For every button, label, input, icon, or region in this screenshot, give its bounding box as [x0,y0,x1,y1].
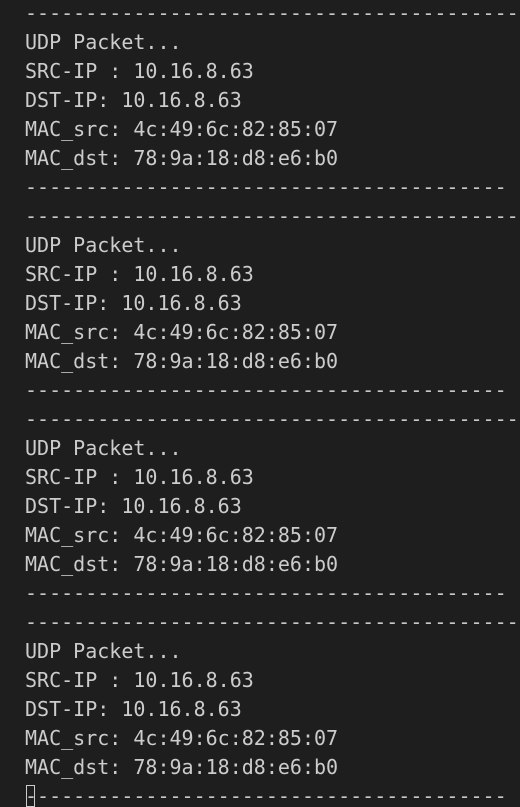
output-line: MAC_dst: 78:9a:18:d8:e6:b0 [25,349,339,373]
output-line: UDP Packet... [25,30,182,54]
output-line: SRC-IP : 10.16.8.63 [25,59,254,83]
terminal-output: ----------------------------------------… [25,0,520,807]
separator-text: ---------------------------------------- [25,784,507,807]
output-line: UDP Packet... [25,639,182,663]
prompt-line: ---------------------------------------- [25,782,520,807]
output-line: DST-IP: 10.16.8.63 [25,494,242,518]
separator-line: ---------------------------------------- [25,581,507,605]
text-cursor[interactable] [26,785,35,807]
output-line: UDP Packet... [25,233,182,257]
separator-line: ----------------------------------------… [25,204,520,228]
terminal-window[interactable]: ----------------------------------------… [0,0,520,807]
output-line: UDP Packet... [25,436,182,460]
separator-line: ----------------------------------------… [25,1,520,25]
separator-line: ---------------------------------------- [25,378,507,402]
output-line: MAC_src: 4c:49:6c:82:85:07 [25,726,339,750]
output-line: MAC_dst: 78:9a:18:d8:e6:b0 [25,552,339,576]
separator-line: ---------------------------------------- [25,175,507,199]
output-line: DST-IP: 10.16.8.63 [25,291,242,315]
output-line: SRC-IP : 10.16.8.63 [25,668,254,692]
output-line: MAC_src: 4c:49:6c:82:85:07 [25,117,339,141]
output-line: MAC_src: 4c:49:6c:82:85:07 [25,523,339,547]
output-line: SRC-IP : 10.16.8.63 [25,465,254,489]
output-line: MAC_src: 4c:49:6c:82:85:07 [25,320,339,344]
output-line: MAC_dst: 78:9a:18:d8:e6:b0 [25,755,339,779]
output-line: DST-IP: 10.16.8.63 [25,697,242,721]
output-line: SRC-IP : 10.16.8.63 [25,262,254,286]
separator-line: ----------------------------------------… [25,610,520,634]
output-line: DST-IP: 10.16.8.63 [25,88,242,112]
output-line: MAC_dst: 78:9a:18:d8:e6:b0 [25,146,339,170]
separator-line: ----------------------------------------… [25,407,520,431]
